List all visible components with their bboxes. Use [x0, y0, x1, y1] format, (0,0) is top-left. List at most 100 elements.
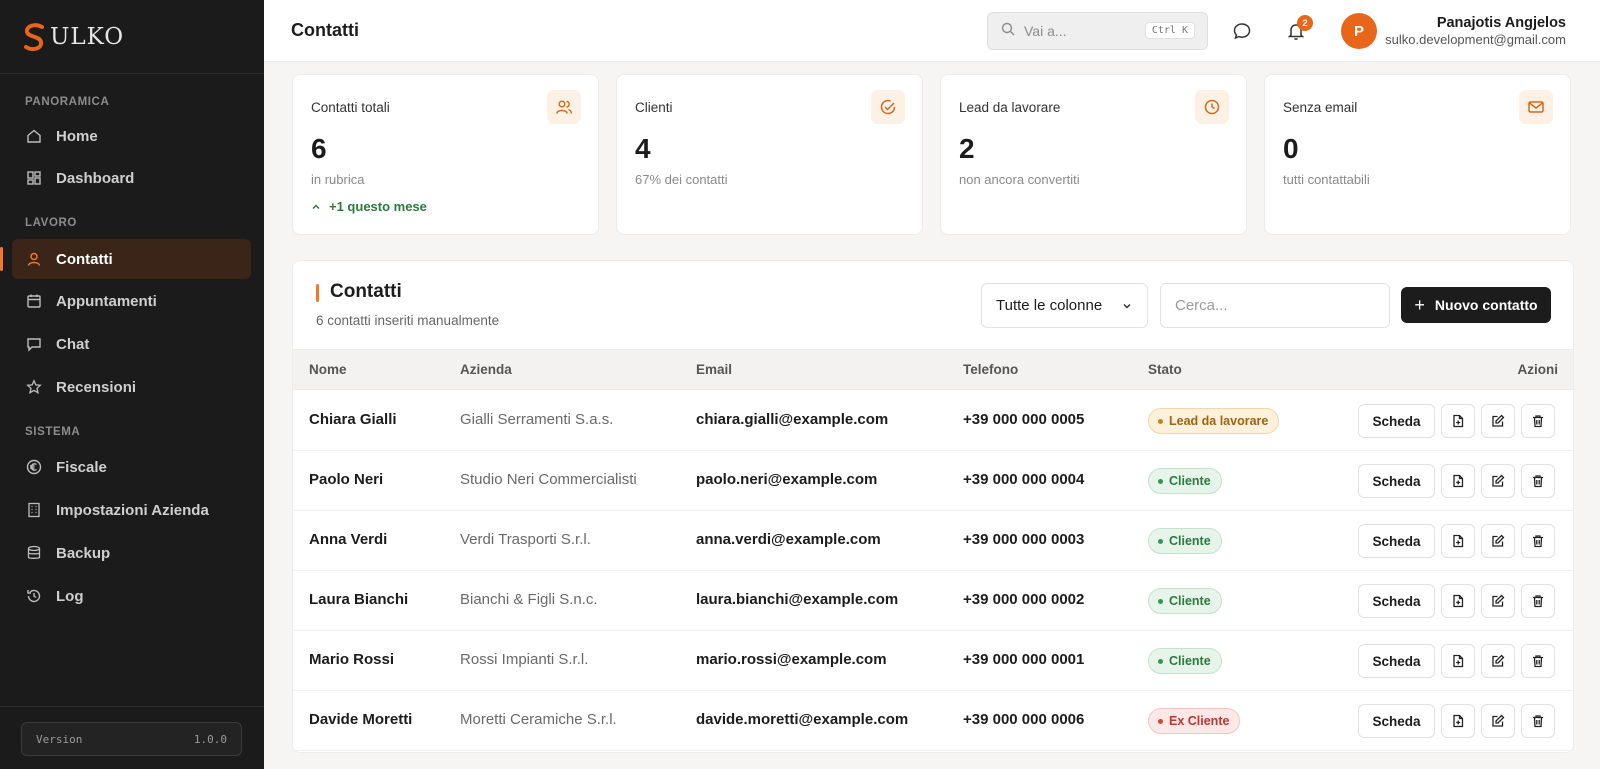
contact-phone[interactable]: +39 000 000 0001 [963, 651, 1084, 668]
trash-icon[interactable] [1521, 584, 1555, 618]
stat-label: Contatti totali [311, 100, 390, 115]
contacts-subtitle: 6 contatti inseriti manualmente [316, 313, 500, 328]
sidebar-item-dashboard[interactable]: Dashboard [12, 158, 251, 198]
contact-company: Gialli Serramenti S.a.s. [460, 411, 614, 428]
stat-value: 6 [311, 133, 327, 164]
table-row[interactable]: Mario Rossi Rossi Impianti S.r.l. mario.ro… [293, 631, 1573, 691]
table-row[interactable]: Laura Bianchi Bianchi & Figli S.n.c. laura… [293, 571, 1573, 631]
search-icon [1001, 22, 1015, 41]
column-header-status[interactable]: Stato [1148, 362, 1182, 377]
edit-icon[interactable] [1481, 644, 1515, 678]
stat-card-contatti-totali: Contatti totali 6 in rubrica +1 questo m… [292, 74, 599, 235]
status-badge: Cliente [1148, 588, 1222, 614]
contact-email[interactable]: mario.rossi@example.com [696, 651, 887, 668]
top-header: Contatti Vai a... Ctrl K 2 P Panajotis A… [264, 0, 1600, 62]
contact-phone[interactable]: +39 000 000 0006 [963, 711, 1084, 728]
edit-icon[interactable] [1481, 524, 1515, 558]
contact-name[interactable]: Laura Bianchi [309, 591, 408, 608]
database-icon [26, 545, 42, 561]
sidebar-item-label: Chat [56, 335, 90, 353]
status-dot [1158, 598, 1163, 604]
status-badge: Cliente [1148, 468, 1222, 494]
table-row[interactable]: Anna Verdi Verdi Trasporti S.r.l. anna.ver… [293, 511, 1573, 571]
contact-phone[interactable]: +39 000 000 0002 [963, 591, 1084, 608]
contact-email[interactable]: chiara.gialli@example.com [696, 411, 888, 428]
column-header-company[interactable]: Azienda [460, 362, 512, 377]
file-icon[interactable] [1441, 644, 1475, 678]
trash-icon[interactable] [1521, 524, 1555, 558]
contact-name[interactable]: Chiara Gialli [309, 411, 397, 428]
logo-mark-icon [22, 22, 48, 52]
sidebar-item-appuntamenti[interactable]: Appuntamenti [12, 281, 251, 321]
contact-email[interactable]: anna.verdi@example.com [696, 531, 881, 548]
sidebar-item-log[interactable]: Log [12, 576, 251, 616]
sidebar-item-home[interactable]: Home [12, 116, 251, 156]
column-header-phone[interactable]: Telefono [963, 362, 1018, 377]
contacts-search-input[interactable] [1160, 283, 1390, 328]
scheda-button[interactable]: Scheda [1358, 524, 1435, 558]
table-row[interactable]: Paolo Neri Studio Neri Commercialisti paol… [293, 451, 1573, 511]
sidebar-item-chat[interactable]: Chat [12, 324, 251, 364]
file-icon[interactable] [1441, 404, 1475, 438]
trash-icon[interactable] [1521, 644, 1555, 678]
contacts-table-card: Contatti 6 contatti inseriti manualmente… [292, 260, 1574, 753]
sidebar-item-backup[interactable]: Backup [12, 533, 251, 573]
stat-value: 2 [959, 133, 975, 164]
global-search[interactable]: Vai a... Ctrl K [987, 12, 1208, 50]
file-icon[interactable] [1441, 524, 1475, 558]
column-filter-select[interactable]: Tutte le colonne [981, 283, 1148, 328]
home-icon [26, 128, 42, 144]
contact-email[interactable]: davide.moretti@example.com [696, 711, 908, 728]
new-contact-button[interactable]: + Nuovo contatto [1401, 287, 1551, 323]
contact-name[interactable]: Anna Verdi [309, 531, 387, 548]
file-icon[interactable] [1441, 584, 1475, 618]
contact-name[interactable]: Paolo Neri [309, 471, 383, 488]
scheda-button[interactable]: Scheda [1358, 644, 1435, 678]
edit-icon[interactable] [1481, 704, 1515, 738]
edit-icon[interactable] [1481, 584, 1515, 618]
status-badge: Lead da lavorare [1148, 408, 1280, 434]
sidebar-item-contatti[interactable]: Contatti [0, 239, 251, 279]
sidebar-item-recensioni[interactable]: Recensioni [12, 367, 251, 407]
user-name: Panajotis Angjelos [1436, 15, 1566, 31]
scheda-button[interactable]: Scheda [1358, 464, 1435, 498]
new-contact-label: Nuovo contatto [1434, 297, 1538, 313]
chat-icon[interactable] [1231, 20, 1253, 42]
contact-name[interactable]: Mario Rossi [309, 651, 394, 668]
contact-phone[interactable]: +39 000 000 0004 [963, 471, 1084, 488]
logo[interactable]: ULKO [0, 0, 264, 74]
scheda-button[interactable]: Scheda [1358, 704, 1435, 738]
sidebar-footer: Version 1.0.0 [0, 706, 264, 769]
nav-section-panoramica: PANORAMICA [25, 96, 110, 108]
trash-icon[interactable] [1521, 404, 1555, 438]
user-icon [26, 251, 42, 267]
status-label: Cliente [1169, 654, 1211, 668]
stat-sub: non ancora convertiti [959, 172, 1080, 187]
edit-icon[interactable] [1481, 404, 1515, 438]
status-dot [1158, 418, 1163, 424]
version-label: Version [36, 732, 83, 746]
column-header-email[interactable]: Email [696, 362, 732, 377]
sidebar-item-impostazioni-azienda[interactable]: Impostazioni Azienda [12, 490, 251, 530]
stat-value: 4 [635, 133, 651, 164]
contact-name[interactable]: Davide Moretti [309, 711, 412, 728]
contact-email[interactable]: paolo.neri@example.com [696, 471, 877, 488]
trash-icon[interactable] [1521, 464, 1555, 498]
trash-icon[interactable] [1521, 704, 1555, 738]
avatar[interactable]: P [1341, 13, 1377, 49]
column-header-name[interactable]: Nome [309, 362, 347, 377]
edit-icon[interactable] [1481, 464, 1515, 498]
scheda-button[interactable]: Scheda [1358, 404, 1435, 438]
contact-email[interactable]: laura.bianchi@example.com [696, 591, 898, 608]
scheda-button[interactable]: Scheda [1358, 584, 1435, 618]
version-value: 1.0.0 [193, 732, 227, 746]
file-icon[interactable] [1441, 464, 1475, 498]
contact-phone[interactable]: +39 000 000 0003 [963, 531, 1084, 548]
status-label: Ex Cliente [1169, 714, 1230, 728]
file-icon[interactable] [1441, 704, 1475, 738]
building-icon [26, 502, 42, 518]
table-row[interactable]: Chiara Gialli Gialli Serramenti S.a.s. chi… [293, 391, 1573, 451]
sidebar-item-fiscale[interactable]: Fiscale [12, 447, 251, 487]
contact-phone[interactable]: +39 000 000 0005 [963, 411, 1084, 428]
table-row[interactable]: Davide Moretti Moretti Ceramiche S.r.l. da… [293, 691, 1573, 751]
